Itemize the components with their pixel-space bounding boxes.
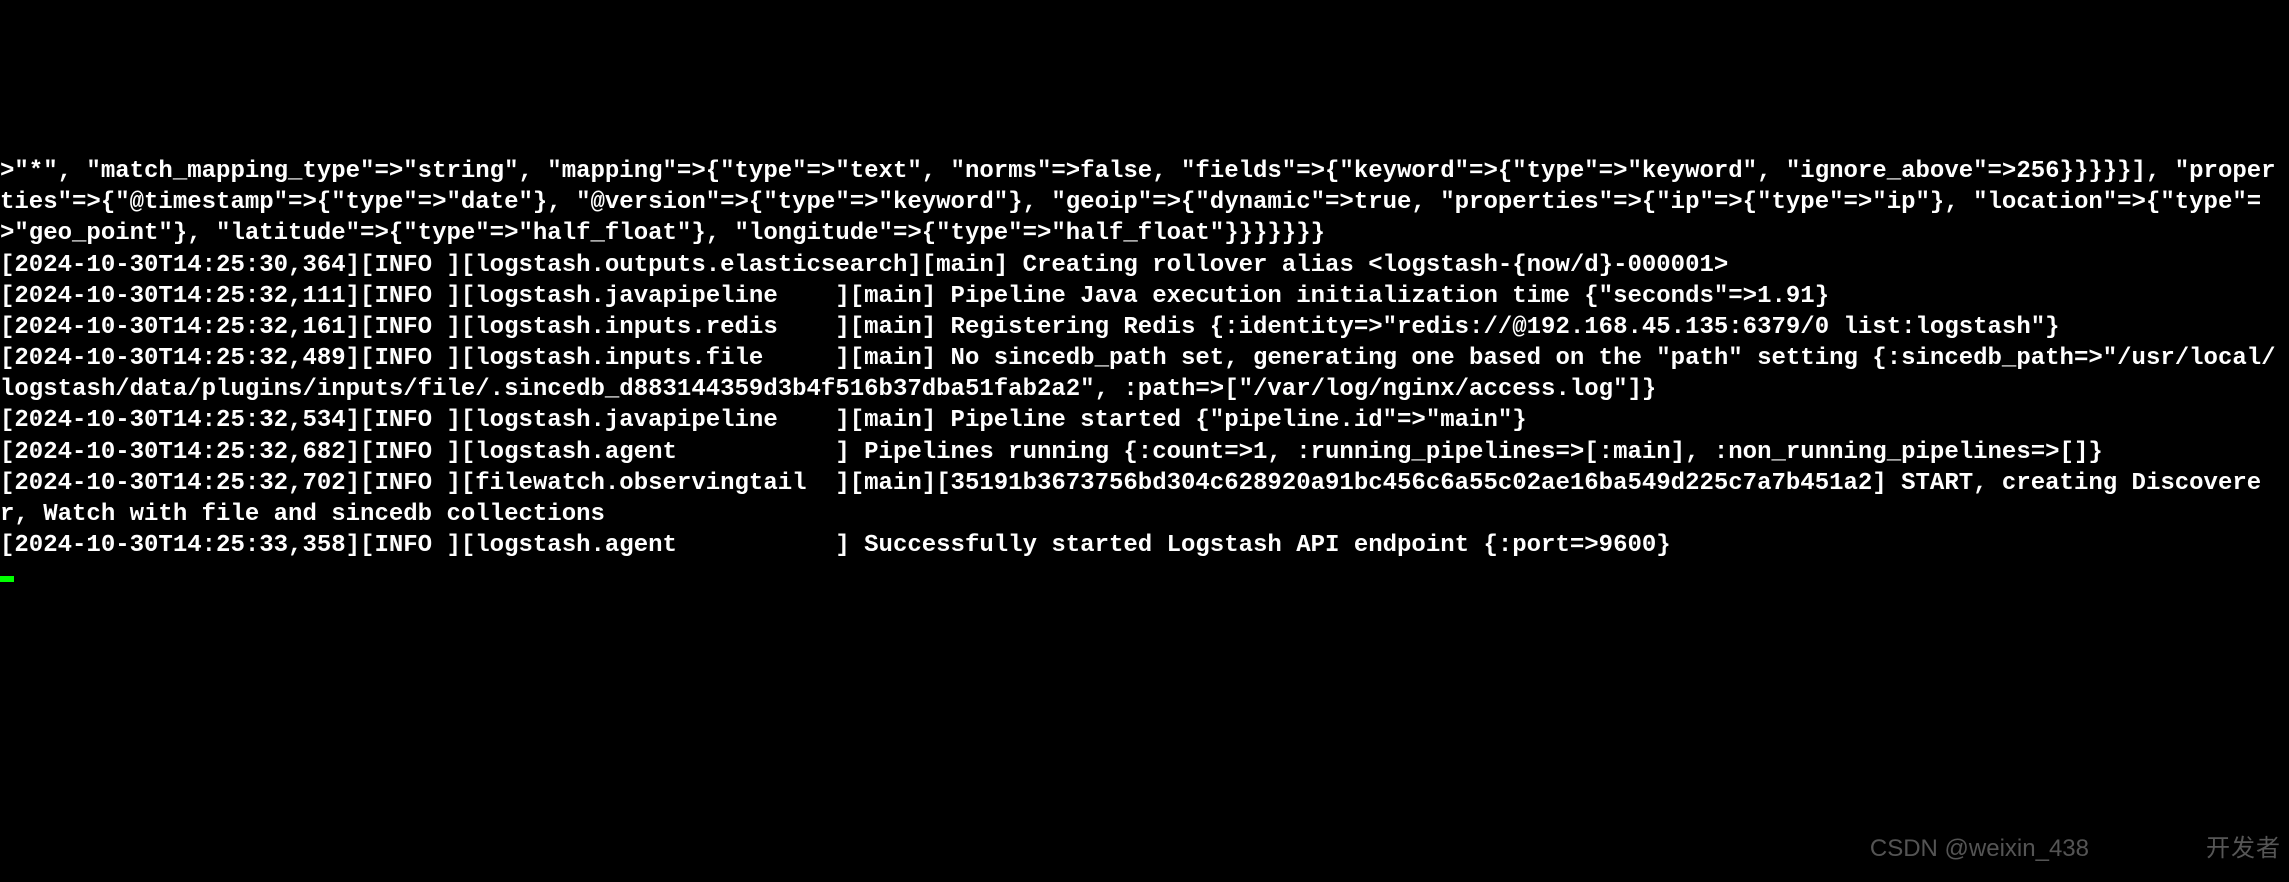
log-line: [2024-10-30T14:25:32,489][INFO ][logstas… — [0, 345, 2276, 403]
terminal-output[interactable]: >"*", "match_mapping_type"=>"string", "m… — [0, 125, 2289, 593]
watermark-csdn: CSDN @weixin_438 — [1870, 833, 2089, 864]
log-line: [2024-10-30T14:25:32,111][INFO ][logstas… — [0, 283, 1829, 310]
log-line: >"*", "match_mapping_type"=>"string", "m… — [0, 158, 2276, 247]
log-line: [2024-10-30T14:25:30,364][INFO ][logstas… — [0, 252, 1728, 279]
log-line: [2024-10-30T14:25:32,534][INFO ][logstas… — [0, 407, 1527, 434]
log-line: [2024-10-30T14:25:33,358][INFO ][logstas… — [0, 532, 1671, 559]
log-line: [2024-10-30T14:25:32,702][INFO ][filewat… — [0, 470, 2261, 528]
log-line: [2024-10-30T14:25:32,682][INFO ][logstas… — [0, 439, 2103, 466]
log-line: [2024-10-30T14:25:32,161][INFO ][logstas… — [0, 314, 2060, 341]
watermark-developer: 开发者 — [2206, 833, 2281, 864]
terminal-cursor — [0, 576, 14, 582]
